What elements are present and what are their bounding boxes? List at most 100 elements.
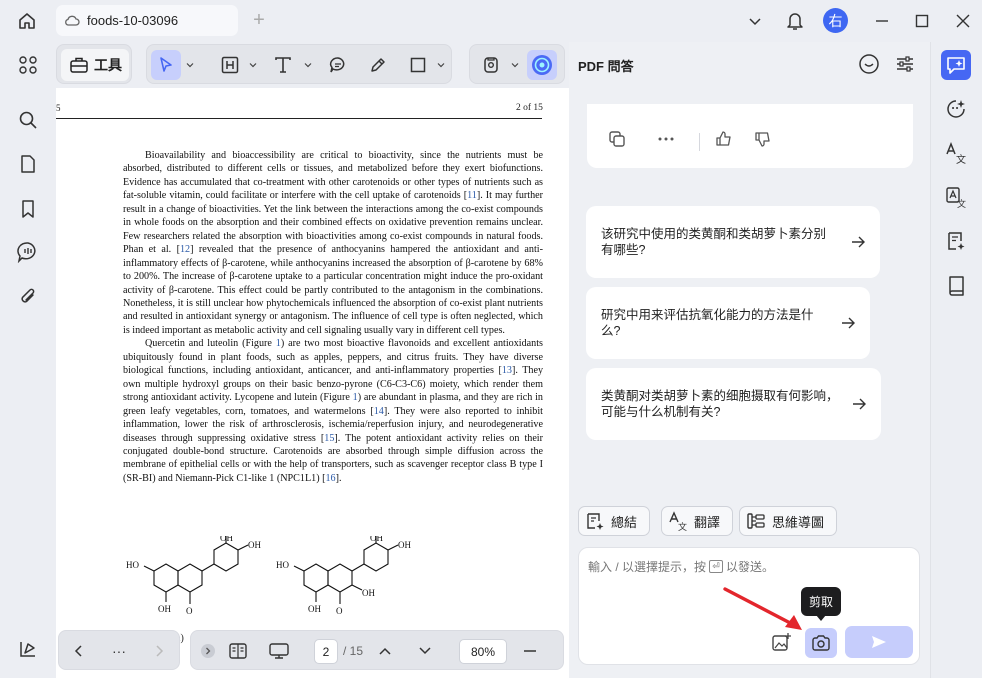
document-body: Bioavailability and bioaccessibility are…: [123, 149, 543, 485]
luteolin-structure: [293, 536, 399, 604]
mindmap-chip[interactable]: 思維導圖: [739, 506, 837, 536]
copy-icon[interactable]: [607, 129, 627, 149]
bell-icon[interactable]: [782, 8, 808, 34]
zoom-out-icon[interactable]: [518, 639, 542, 663]
back-icon[interactable]: [67, 639, 91, 663]
translate-icon[interactable]: 文: [941, 138, 971, 168]
divider: [699, 133, 700, 151]
chevron-down-icon[interactable]: [742, 8, 768, 34]
tools-group: 工具: [56, 44, 132, 84]
stamp-icon[interactable]: [476, 50, 506, 80]
svg-text:OH: OH: [398, 540, 411, 550]
history-clock-icon[interactable]: [857, 52, 881, 76]
search-icon[interactable]: [15, 107, 41, 133]
highlight-icon[interactable]: [215, 50, 245, 80]
svg-text:OH: OH: [370, 536, 383, 543]
quercetin-structure: [143, 536, 249, 604]
send-icon: [871, 635, 887, 649]
citation-link[interactable]: 13: [502, 365, 512, 376]
page-layout-icon[interactable]: [226, 639, 250, 663]
presentation-icon[interactable]: [267, 639, 291, 663]
more-options-icon[interactable]: [656, 129, 676, 149]
ai-sparkle-icon[interactable]: [941, 94, 971, 124]
translate-chip[interactable]: 文 翻譯: [661, 506, 733, 536]
text-icon[interactable]: [268, 50, 298, 80]
settings-sliders-icon[interactable]: [893, 52, 917, 76]
summary-icon[interactable]: [941, 226, 971, 256]
translate-doc-icon[interactable]: 文: [941, 182, 971, 212]
pen-icon[interactable]: [363, 50, 393, 80]
page-number: 2 of 15: [516, 103, 543, 113]
ai-assistant-icon[interactable]: [527, 50, 557, 80]
svg-text:文: 文: [678, 521, 687, 531]
maximize-icon[interactable]: [909, 8, 935, 34]
citation-link[interactable]: 14: [374, 406, 384, 417]
paperclip-icon[interactable]: [15, 283, 41, 309]
main-toolbar: 工具: [56, 42, 569, 88]
grid-icon[interactable]: [15, 52, 41, 78]
arrow-right-icon: [842, 317, 855, 329]
page-number-input[interactable]: 2: [314, 639, 338, 664]
camera-icon: [811, 634, 831, 652]
header-rule: [56, 118, 542, 119]
chip-label: 總結: [611, 514, 638, 530]
summarize-chip[interactable]: 總結: [578, 506, 650, 536]
chevron-down-icon[interactable]: [436, 60, 446, 70]
svg-text:OH: OH: [248, 540, 261, 550]
home-icon[interactable]: [14, 9, 40, 33]
minimize-icon[interactable]: [869, 8, 895, 34]
cloud-icon: [64, 14, 80, 28]
right-sidebar: 文 文: [930, 42, 982, 678]
collapse-icon[interactable]: [196, 639, 220, 663]
answer-card: [587, 104, 913, 168]
page-down-icon[interactable]: [413, 639, 437, 663]
thumbs-down-icon[interactable]: [753, 129, 773, 149]
citation-link[interactable]: 12: [180, 244, 190, 255]
citation-link[interactable]: 16: [325, 473, 335, 484]
new-tab-button[interactable]: +: [248, 9, 270, 31]
bookmark-icon[interactable]: [15, 196, 41, 222]
page-header: 5: [56, 103, 61, 113]
thumbs-up-icon[interactable]: [714, 129, 734, 149]
close-icon[interactable]: [950, 8, 976, 34]
chevron-down-icon[interactable]: [185, 60, 195, 70]
comment-icon[interactable]: [15, 239, 41, 265]
citation-link[interactable]: 15: [324, 433, 334, 444]
note-comment-icon[interactable]: [323, 50, 353, 80]
chevron-down-icon[interactable]: [248, 60, 258, 70]
stamp-ai-group: [469, 44, 565, 84]
citation-link[interactable]: 11: [467, 190, 477, 201]
send-button[interactable]: [845, 626, 913, 658]
chevron-down-icon[interactable]: [303, 60, 313, 70]
suggestion-1[interactable]: 该研究中使用的类黄酮和类胡萝卜素分别有哪些?: [586, 206, 880, 278]
document-tab[interactable]: foods-10-03096: [56, 5, 238, 36]
rectangle-icon[interactable]: [403, 50, 433, 80]
book-icon[interactable]: [941, 270, 971, 300]
panel-title: PDF 問答: [578, 59, 634, 74]
pdf-viewer[interactable]: 5 2 of 15 Bioavailability and bioaccessi…: [56, 88, 569, 678]
citation-link[interactable]: 1: [353, 392, 358, 403]
avatar[interactable]: 右: [823, 8, 848, 33]
suggestion-2[interactable]: 研究中用来评估抗氧化能力的方法是什么?: [586, 287, 870, 359]
translate-icon: 文: [668, 511, 688, 531]
toolbox-icon: [69, 56, 89, 74]
suggestion-3[interactable]: 类黄酮对类胡萝卜素的细胞摄取有何影响，可能与什么机制有关?: [586, 368, 881, 440]
forward-icon[interactable]: [147, 639, 171, 663]
svg-text:OH: OH: [362, 588, 375, 598]
svg-text:O: O: [336, 606, 343, 616]
more-button[interactable]: ···: [107, 639, 131, 663]
arrow-right-icon: [852, 236, 865, 248]
edit-tools-group: [146, 44, 452, 84]
page-up-icon[interactable]: [373, 639, 397, 663]
zoom-level[interactable]: 80%: [459, 639, 507, 664]
page-icon[interactable]: [15, 151, 41, 177]
title-bar: foods-10-03096 + 右: [0, 0, 982, 42]
citation-link[interactable]: 1: [276, 338, 281, 349]
chevron-down-icon[interactable]: [510, 60, 520, 70]
ai-qa-panel: PDF 問答 该研究中使用的类黄酮和类胡萝卜素分别有哪些? 研究中用来评估抗氧化…: [569, 42, 930, 678]
ai-chat-icon[interactable]: [941, 50, 971, 80]
select-cursor-icon[interactable]: [151, 50, 181, 80]
tools-button[interactable]: 工具: [61, 49, 129, 81]
layers-icon[interactable]: [15, 636, 41, 662]
svg-text:HO: HO: [276, 560, 289, 570]
